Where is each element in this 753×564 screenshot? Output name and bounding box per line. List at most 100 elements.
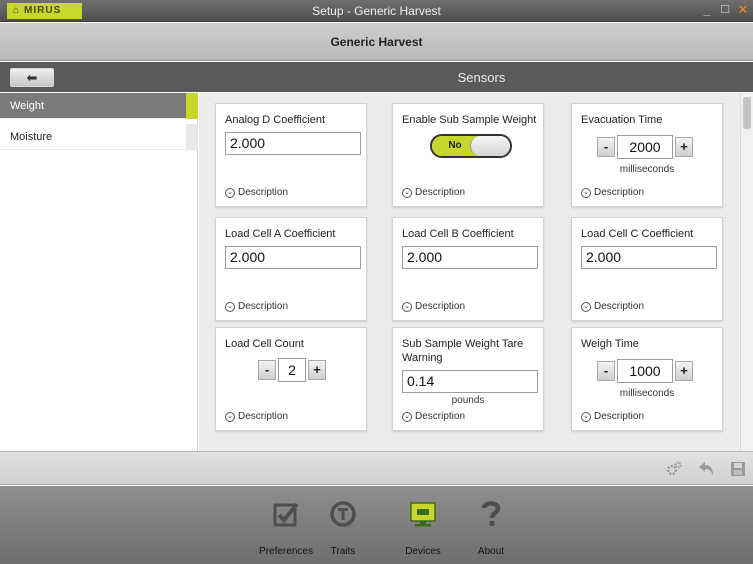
chevron-down-icon: ⌄ — [402, 301, 412, 312]
description-toggle[interactable]: ⌄ Description — [225, 411, 288, 422]
vertical-scrollbar[interactable] — [740, 93, 753, 451]
description-toggle[interactable]: ⌄ Description — [581, 301, 644, 312]
load-cell-count-value[interactable]: 2 — [278, 358, 306, 382]
chevron-down-icon: ⌄ — [581, 301, 591, 312]
description-toggle[interactable]: ⌄ Description — [402, 301, 465, 312]
description-toggle[interactable]: ⌄ Description — [581, 411, 644, 422]
description-label: Description — [594, 301, 645, 312]
sidebar-item-weight[interactable]: Weight — [0, 93, 198, 119]
decrement-button[interactable]: - — [597, 361, 615, 381]
load-cell-c-coefficient-input[interactable]: 2.000 — [581, 246, 717, 269]
description-label: Description — [415, 301, 466, 312]
chevron-down-icon: ⌄ — [225, 411, 235, 422]
increment-button[interactable]: + — [675, 361, 693, 381]
weigh-time-value[interactable]: 1000 — [617, 359, 673, 383]
evacuation-time-stepper: - 2000 + — [597, 135, 693, 159]
description-label: Description — [594, 411, 645, 422]
card-analog-d-coefficient: Analog D Coefficient 2.000 ⌄ Description — [215, 103, 367, 207]
nav-item-about[interactable]: About — [458, 486, 524, 564]
description-label: Description — [594, 187, 645, 198]
card-title: Load Cell A Coefficient — [225, 228, 336, 240]
selection-indicator — [186, 124, 198, 150]
card-sub-sample-weight-tare-warning: Sub Sample Weight Tare Warning 0.14 poun… — [392, 327, 544, 431]
description-toggle[interactable]: ⌄ Description — [225, 301, 288, 312]
chevron-down-icon: ⌄ — [225, 187, 235, 198]
sidebar-item-moisture[interactable]: Moisture — [0, 124, 198, 150]
description-toggle[interactable]: ⌄ Description — [581, 187, 644, 198]
save-icon[interactable] — [728, 459, 748, 479]
section-title: Sensors — [457, 70, 506, 85]
action-bar — [0, 451, 753, 485]
card-load-cell-count: Load Cell Count - 2 + ⌄ Description — [215, 327, 367, 431]
load-cell-count-stepper: - 2 + — [258, 358, 326, 382]
scrollbar-thumb[interactable] — [743, 97, 751, 129]
chevron-down-icon: ⌄ — [225, 301, 235, 312]
card-title: Load Cell C Coefficient — [581, 228, 694, 240]
gears-icon[interactable] — [664, 459, 684, 479]
evacuation-time-value[interactable]: 2000 — [617, 135, 673, 159]
checkbox-icon — [272, 497, 300, 529]
description-label: Description — [415, 187, 466, 198]
page-title: Generic Harvest — [330, 35, 423, 49]
sidebar-item-label: Weight — [10, 100, 45, 112]
card-title: Evacuation Time — [581, 114, 663, 126]
description-toggle[interactable]: ⌄ Description — [225, 187, 288, 198]
nav-label: Devices — [405, 546, 441, 557]
undo-icon[interactable] — [696, 459, 716, 479]
sub-sample-tare-warning-input[interactable]: 0.14 — [402, 370, 538, 393]
maximize-icon[interactable]: ☐ — [717, 1, 733, 19]
decrement-button[interactable]: - — [597, 137, 615, 157]
analog-d-coefficient-input[interactable]: 2.000 — [225, 132, 361, 155]
section-bar: ⬅ Sensors — [0, 62, 753, 92]
card-load-cell-b-coefficient: Load Cell B Coefficient 2.000 ⌄ Descripti… — [392, 217, 544, 321]
nav-label: About — [477, 546, 505, 557]
close-icon[interactable]: ✕ — [735, 1, 751, 19]
chevron-down-icon: ⌄ — [402, 187, 412, 198]
nav-item-devices[interactable]: Devices — [390, 486, 456, 564]
chevron-down-icon: ⌄ — [581, 411, 591, 422]
increment-button[interactable]: + — [675, 137, 693, 157]
card-evacuation-time: Evacuation Time - 2000 + milliseconds ⌄ D… — [571, 103, 723, 207]
chevron-down-icon: ⌄ — [581, 187, 591, 198]
question-icon — [477, 497, 505, 529]
description-toggle[interactable]: ⌄ Description — [402, 411, 465, 422]
card-title: Analog D Coefficient — [225, 114, 326, 126]
card-load-cell-c-coefficient: Load Cell C Coefficient 2.000 ⌄ Descripti… — [571, 217, 723, 321]
description-label: Description — [238, 301, 289, 312]
description-label: Description — [238, 411, 289, 422]
description-label: Description — [415, 411, 466, 422]
selection-indicator — [186, 93, 198, 119]
card-weigh-time: Weigh Time - 1000 + milliseconds ⌄ Descri… — [571, 327, 723, 431]
sidebar-item-label: Moisture — [10, 131, 53, 143]
traits-icon — [329, 497, 357, 529]
unit-label: milliseconds — [619, 164, 675, 175]
card-title: Load Cell Count — [225, 338, 304, 350]
settings-panel: Analog D Coefficient 2.000 ⌄ Description … — [199, 93, 753, 451]
decrement-button[interactable]: - — [258, 360, 276, 380]
load-cell-a-coefficient-input[interactable]: 2.000 — [225, 246, 361, 269]
card-title: Sub Sample Weight Tare Warning — [402, 338, 524, 364]
increment-button[interactable]: + — [308, 360, 326, 380]
monitor-icon — [409, 497, 437, 529]
sidebar: Weight Moisture — [0, 93, 198, 451]
toggle-knob — [470, 136, 510, 156]
unit-label: milliseconds — [619, 388, 675, 399]
description-label: Description — [238, 187, 289, 198]
minimize-icon[interactable]: _ — [699, 1, 715, 19]
nav-item-traits[interactable]: Traits — [310, 486, 376, 564]
unit-label: pounds — [451, 395, 485, 406]
page-header: Generic Harvest — [0, 23, 753, 61]
card-load-cell-a-coefficient: Load Cell A Coefficient 2.000 ⌄ Descripti… — [215, 217, 367, 321]
card-enable-sub-sample-weight: Enable Sub Sample Weight No ⌄ Description — [392, 103, 544, 207]
window-title: Setup - Generic Harvest — [312, 4, 441, 18]
nav-label: Traits — [330, 546, 356, 557]
title-bar: ⌂ MIRUS Setup - Generic Harvest _ ☐ ✕ — [0, 0, 753, 22]
weigh-time-stepper: - 1000 + — [597, 359, 693, 383]
load-cell-b-coefficient-input[interactable]: 2.000 — [402, 246, 538, 269]
card-title: Load Cell B Coefficient — [402, 228, 514, 240]
chevron-down-icon: ⌄ — [402, 411, 412, 422]
description-toggle[interactable]: ⌄ Description — [402, 187, 465, 198]
card-title: Enable Sub Sample Weight — [402, 114, 537, 126]
sub-sample-weight-toggle[interactable]: No — [430, 134, 512, 158]
card-title: Weigh Time — [581, 338, 639, 350]
